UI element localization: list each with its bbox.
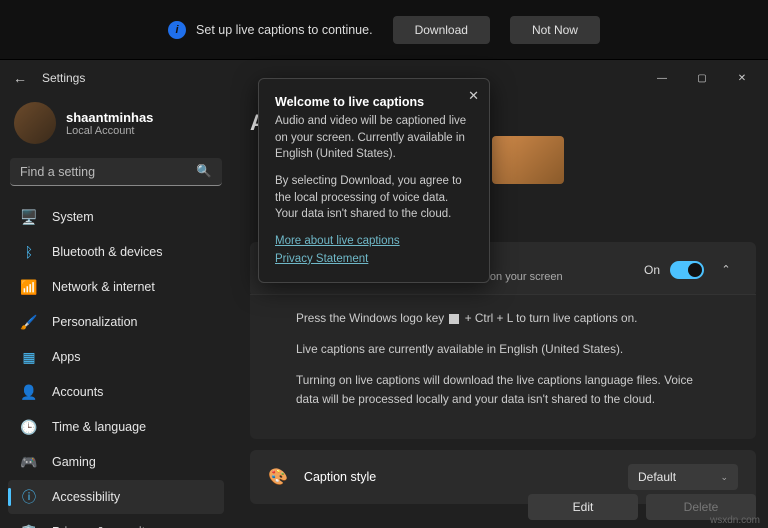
chevron-down-icon: ⌄ [720, 472, 728, 483]
sidebar-item-network-internet[interactable]: 📶 Network & internet [8, 270, 224, 304]
nav-icon: 🕒 [20, 418, 38, 436]
windows-logo-icon [449, 314, 459, 324]
privacy-statement-link[interactable]: Privacy Statement [275, 251, 473, 268]
sidebar-item-apps[interactable]: ▦ Apps [8, 340, 224, 374]
info-icon: i [168, 21, 186, 39]
tooltip-paragraph-2: By selecting Download, you agree to the … [275, 173, 473, 223]
profile-sub: Local Account [66, 125, 153, 137]
expand-chevron-icon[interactable]: ⌃ [714, 263, 738, 276]
profile-name: shaantminhas [66, 110, 153, 125]
edit-button[interactable]: Edit [528, 494, 638, 520]
nav-icon: 🖥️ [20, 208, 38, 226]
notification-text: Set up live captions to continue. [196, 23, 373, 37]
minimize-button[interactable]: — [644, 64, 680, 92]
search-placeholder: Find a setting [20, 165, 196, 179]
nav-label: Gaming [52, 455, 96, 469]
sidebar-item-personalization[interactable]: 🖌️ Personalization [8, 305, 224, 339]
nav-label: Bluetooth & devices [52, 245, 163, 259]
watermark: wsxdn.com [710, 515, 760, 526]
nav-list: 🖥️ System ᛒ Bluetooth & devices 📶 Network & i… [8, 200, 224, 528]
profile[interactable]: shaantminhas Local Account [8, 96, 224, 158]
welcome-tooltip: ✕ Welcome to live captions Audio and vid… [258, 78, 490, 283]
window-title: Settings [42, 71, 85, 85]
nav-label: Accounts [52, 385, 103, 399]
nav-icon: 📶 [20, 278, 38, 296]
nav-icon: ᛒ [20, 243, 38, 261]
download-button[interactable]: Download [393, 16, 490, 44]
tooltip-title: Welcome to live captions [275, 93, 473, 111]
detail-line-2: Live captions are currently available in… [296, 340, 710, 359]
tooltip-close-button[interactable]: ✕ [468, 87, 479, 106]
sidebar-item-accounts[interactable]: 👤 Accounts [8, 375, 224, 409]
nav-icon: 🖌️ [20, 313, 38, 331]
detail-line-1: Press the Windows logo key + Ctrl + L to… [296, 309, 710, 328]
sidebar-item-privacy-security[interactable]: 🛡️Privacy & security [8, 515, 224, 528]
nav-label: Apps [52, 350, 81, 364]
nav-label: Time & language [52, 420, 146, 434]
more-about-link[interactable]: More about live captions [275, 233, 473, 250]
tooltip-paragraph-1: Audio and video will be captioned live o… [275, 113, 473, 163]
nav-label: Accessibility [52, 490, 120, 504]
nav-label: System [52, 210, 94, 224]
live-captions-detail: Press the Windows logo key + Ctrl + L to… [250, 294, 756, 439]
nav-icon: 👤 [20, 383, 38, 401]
nav-icon: ⓘ [20, 488, 38, 506]
close-button[interactable]: ✕ [724, 64, 760, 92]
sidebar: shaantminhas Local Account Find a settin… [0, 96, 232, 528]
setup-notification: i Set up live captions to continue. Down… [0, 0, 768, 60]
nav-label: Network & internet [52, 280, 155, 294]
back-button[interactable]: ← [8, 70, 32, 86]
not-now-button[interactable]: Not Now [510, 16, 600, 44]
sidebar-item-gaming[interactable]: 🎮 Gaming [8, 445, 224, 479]
nav-label: Personalization [52, 315, 137, 329]
toggle-state: On [644, 263, 660, 277]
sidebar-item-time-language[interactable]: 🕒 Time & language [8, 410, 224, 444]
sidebar-item-system[interactable]: 🖥️ System [8, 200, 224, 234]
sidebar-item-bluetooth-devices[interactable]: ᛒ Bluetooth & devices [8, 235, 224, 269]
search-input[interactable]: Find a setting 🔍 [10, 158, 222, 186]
caption-style-icon: 🎨 [268, 467, 288, 487]
avatar [14, 102, 56, 144]
live-captions-toggle[interactable] [670, 261, 704, 279]
nav-icon: 🛡️ [20, 523, 38, 528]
search-icon: 🔍 [196, 164, 212, 179]
maximize-button[interactable]: ▢ [684, 64, 720, 92]
caption-style-dropdown[interactable]: Default ⌄ [628, 464, 738, 490]
nav-icon: ▦ [20, 348, 38, 366]
caption-preview-thumb [492, 136, 564, 184]
caption-style-label: Caption style [304, 470, 376, 484]
detail-line-3: Turning on live captions will download t… [296, 371, 710, 409]
sidebar-item-accessibility[interactable]: ⓘ Accessibility [8, 480, 224, 514]
nav-icon: 🎮 [20, 453, 38, 471]
